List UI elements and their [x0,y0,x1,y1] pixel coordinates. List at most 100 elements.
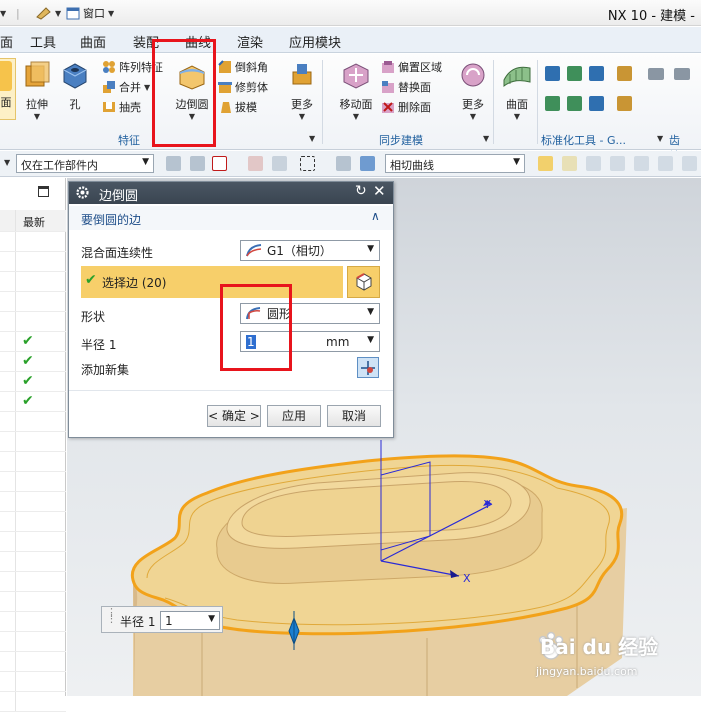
select-edge-button[interactable] [347,266,380,298]
menu-face[interactable]: 面 [0,32,13,51]
hole-button[interactable]: 孔 [55,58,95,120]
more-sync-button[interactable]: 更多 ▼ [453,58,493,121]
face-button[interactable]: 面 [0,58,16,120]
selection-scope-combo[interactable]: 仅在工作部件内 ▼ [16,154,154,173]
drag-grip-icon[interactable]: ⋮ ⋮ [106,607,117,624]
delete-face-icon [382,102,394,113]
navigator-row[interactable] [0,672,66,692]
navigator-row[interactable] [0,412,66,432]
menu-app-modules[interactable]: 应用模块 [289,32,341,51]
window-menu[interactable]: 窗口 ▼ [66,4,114,22]
rectangle-select-icon[interactable] [300,156,315,171]
navigator-row[interactable] [0,652,66,672]
navigator-row[interactable] [0,612,66,632]
continuity-select[interactable]: G1（相切） ▼ [240,240,380,261]
navigator-row[interactable] [0,452,66,472]
replace-face-button[interactable]: 替换面 [381,78,431,96]
navigator-row[interactable] [0,272,66,292]
navigator-row[interactable]: ✔ [0,352,66,372]
navigator-row[interactable]: ✔ [0,332,66,352]
navigator-row[interactable] [0,592,66,612]
navigator-row[interactable] [0,312,66,332]
perpendicular-icon[interactable] [658,156,673,171]
title-caret[interactable]: ▼ [0,4,6,22]
surface-caret[interactable]: ▼ [497,112,537,121]
cube-select-icon[interactable] [360,156,375,171]
body-select-icon[interactable] [336,156,351,171]
section-header[interactable]: 要倒圆的边 ∧ [69,206,393,230]
latest-column-header[interactable]: 最新 [23,214,45,230]
more-feature-caret[interactable]: ▼ [282,112,322,121]
navigator-row[interactable] [0,532,66,552]
y-axis-label: Y [483,498,491,511]
move-face-caret[interactable]: ▼ [333,112,379,121]
std-tools-group-label: 标准化工具 - G... [541,134,626,147]
add-new-set-button[interactable] [357,357,379,378]
navigator-row[interactable] [0,232,66,252]
filter-icon[interactable] [166,156,181,171]
line-tool-icon[interactable] [610,156,625,171]
tangent-icon[interactable] [634,156,649,171]
surface-button[interactable]: 曲面 ▼ [497,58,537,121]
floating-radius-field[interactable]: 1 ▼ [160,611,220,630]
apply-button[interactable]: 应用 [267,405,321,427]
more-sync-caret[interactable]: ▼ [453,112,493,121]
draft-button[interactable]: 拔模 [218,98,257,116]
navigator-row[interactable] [0,472,66,492]
maximize-icon[interactable] [38,186,49,197]
navigator-row[interactable] [0,292,66,312]
extrude-button[interactable]: 拉伸 ▼ [17,58,57,121]
offset-region-button[interactable]: 偏置区域 [381,58,442,76]
toolbar2-caret[interactable]: ▼ [4,158,10,167]
face-icon [0,61,12,91]
more-feature-button[interactable]: 更多 ▼ [282,58,322,121]
unite-button[interactable]: 合并 ▼ [102,78,150,96]
navigator-row[interactable]: ✔ [0,372,66,392]
navigator-row[interactable] [0,492,66,512]
arrow-icon[interactable] [562,156,577,171]
trim-body-button[interactable]: 修剪体 [218,78,268,96]
navigator-row[interactable] [0,432,66,452]
ribbon: 面 拉伸 ▼ 孔 阵列特征 合并 ▼ 抽壳 边倒圆 ▼ 倒斜角 修剪体 拔模 更… [0,54,701,163]
std-tools-caret[interactable]: ▼ [657,134,663,143]
menu-render[interactable]: 渲染 [237,32,263,51]
chamfer-button[interactable]: 倒斜角 [218,58,268,76]
feature-group-caret[interactable]: ▼ [309,134,315,143]
snap-icon[interactable] [190,156,205,171]
snap-point-icon[interactable] [538,156,553,171]
ribbon-separator-1 [322,60,323,144]
floating-radius-caret[interactable]: ▼ [208,614,215,624]
cancel-button[interactable]: 取消 [327,405,381,427]
move-face-button[interactable]: 移动面 ▼ [333,58,379,121]
select-type-icon[interactable] [212,156,227,171]
sync-group-caret[interactable]: ▼ [483,134,489,143]
customize-icon[interactable]: ▼ [36,4,61,22]
feature-select-icon[interactable] [248,156,263,171]
close-icon[interactable]: ✕ [373,182,386,200]
grid-point-icon[interactable] [586,156,601,171]
navigator-row[interactable] [0,252,66,272]
menu-tools[interactable]: 工具 [30,32,56,51]
gear-icon[interactable] [75,185,90,200]
more-feature-icon [292,64,312,85]
reset-icon[interactable]: ↻ [355,183,367,199]
extrude-caret[interactable]: ▼ [17,112,57,121]
navigator-row[interactable] [0,692,66,712]
ok-button[interactable]: < 确定 > [207,405,261,427]
deselect-icon[interactable] [272,156,287,171]
shell-icon [103,102,115,112]
extend-icon[interactable] [682,156,697,171]
navigator-row[interactable]: ✔ [0,392,66,412]
selection-scope-value: 仅在工作部件内 [21,159,98,172]
navigator-row[interactable] [0,512,66,532]
curve-rule-combo[interactable]: 相切曲线 ▼ [385,154,525,173]
navigator-row[interactable] [0,572,66,592]
menu-surface[interactable]: 曲面 [80,32,106,51]
add-set-icon [361,361,375,375]
collapse-chevron-icon[interactable]: ∧ [371,209,380,223]
shell-button[interactable]: 抽壳 [102,98,141,116]
select-edge-row[interactable]: ✔ 选择边 (20) [81,266,343,298]
navigator-row[interactable] [0,632,66,652]
delete-face-button[interactable]: 删除面 [381,98,431,116]
navigator-row[interactable] [0,552,66,572]
